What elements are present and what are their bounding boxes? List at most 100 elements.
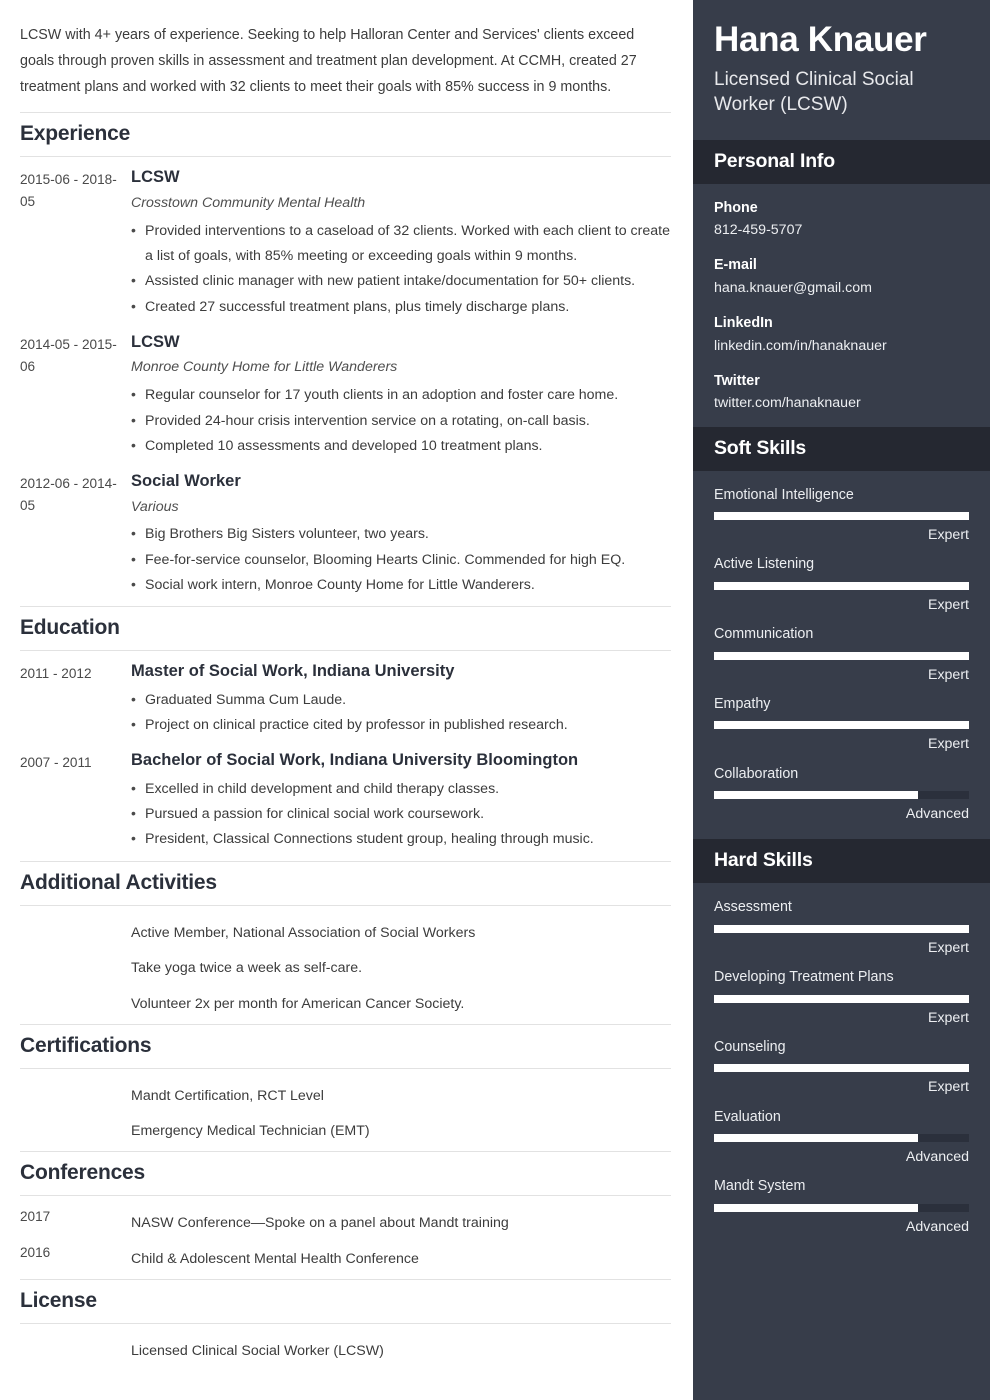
entry-bullet: Assisted clinic manager with new patient…: [131, 268, 671, 294]
list-item-text: Volunteer 2x per month for American Canc…: [131, 995, 465, 1012]
skill-name: Mandt System: [714, 1178, 806, 1195]
entry-bullet: President, Classical Connections student…: [131, 826, 671, 852]
personal-info-item: Twitter twitter.com/hanaknauer: [714, 371, 969, 415]
entry-bullet: Provided interventions to a caseload of …: [131, 218, 671, 270]
entry-title: Master of Social Work, Indiana Universit…: [131, 662, 455, 681]
section-heading-education: Education: [20, 606, 671, 652]
entry-bullet: Big Brothers Big Sisters volunteer, two …: [131, 521, 671, 547]
list-item: 2016 Child & Adolescent Mental Health Con…: [20, 1242, 671, 1277]
personal-info-value: linkedin.com/in/hanaknauer: [714, 337, 887, 354]
entry-bullet: Excelled in child development and child …: [131, 776, 671, 802]
skill-level-label: Expert: [927, 596, 969, 613]
entry-bullet: Graduated Summa Cum Laude.: [131, 687, 671, 713]
list-item: Take yoga twice a week as self-care.: [20, 951, 671, 986]
skill-level-label: Expert: [927, 527, 969, 544]
personal-info-item: LinkedIn linkedin.com/in/hanaknauer: [714, 313, 969, 357]
entry: 2014-05 - 2015-06 LCSW Monroe County Home …: [20, 332, 671, 459]
entry-bullet-list: Provided interventions to a caseload of …: [131, 218, 671, 320]
entry-title: Bachelor of Social Work, Indiana Univers…: [131, 751, 579, 770]
skill-progress-fill: [714, 721, 969, 730]
entry-title: Social Worker: [131, 472, 241, 491]
section-additional-activities: Additional Activities Active Member, Nat…: [20, 860, 671, 1022]
soft-skills-list: Emotional Intelligence Expert Active Liste…: [693, 471, 990, 840]
section-license: License Licensed Clinical Social Worker …: [20, 1278, 671, 1369]
entry: 2012-06 - 2014-05 Social Worker Various Big…: [20, 471, 671, 598]
sidebar-heading-personal-info: Personal Info: [693, 139, 990, 184]
entry-body: Master of Social Work, Indiana Universit…: [131, 661, 671, 738]
list-item-text: Child & Adolescent Mental Health Confere…: [131, 1250, 419, 1267]
skill-name: Active Listening: [714, 556, 815, 573]
entry-bullet: Provided 24-hour crisis intervention ser…: [131, 407, 671, 434]
entry-bullet: Fee-for-service counselor, Blooming Hear…: [131, 547, 671, 573]
skill-progress-bar: [714, 581, 969, 590]
skill-progress-bar: [714, 651, 969, 660]
entry-subtitle: Various: [131, 498, 179, 515]
skill-progress-fill: [714, 581, 969, 590]
list-item-text: Mandt Certification, RCT Level: [131, 1087, 324, 1104]
skill-name: Developing Treatment Plans: [714, 969, 894, 986]
skill-name: Assessment: [714, 899, 792, 916]
list-item-date: 2016: [20, 1244, 51, 1260]
education-entries: 2011 - 2012 Master of Social Work, Indian…: [20, 661, 671, 852]
section-heading-certifications: Certifications: [20, 1023, 671, 1069]
entry-body: LCSW Monroe County Home for Little Wander…: [131, 332, 671, 459]
entry-bullet-list: Big Brothers Big Sisters volunteer, two …: [131, 521, 671, 598]
entry-date: 2012-06 - 2014-05: [20, 476, 117, 514]
entry-title: LCSW: [131, 332, 180, 351]
personal-info-value: hana.knauer@gmail.com: [714, 279, 872, 296]
skill-progress-fill: [714, 791, 918, 800]
entry: 2007 - 2011 Bachelor of Social Work, Indi…: [20, 750, 671, 852]
entry-body: Bachelor of Social Work, Indiana Univers…: [131, 750, 671, 852]
entry-bullet: Regular counselor for 17 youth clients i…: [131, 382, 671, 408]
list-item: Volunteer 2x per month for American Canc…: [20, 987, 671, 1022]
skill-progress-bar: [714, 791, 969, 800]
personal-info-item: E-mail hana.knauer@gmail.com: [714, 255, 969, 299]
candidate-name: Hana Knauer: [714, 20, 927, 59]
list-item-text: NASW Conference—Spoke on a panel about M…: [131, 1215, 509, 1232]
skill-item: Emotional Intelligence Expert: [714, 485, 969, 547]
entry-subtitle: Monroe County Home for Little Wanderers: [131, 359, 398, 376]
sidebar-header: Hana Knauer Licensed Clinical Social Wor…: [693, 0, 990, 140]
skill-item: Communication Expert: [714, 624, 969, 686]
entry-body: LCSW Crosstown Community Mental Health Pro…: [131, 167, 671, 319]
personal-info-value: twitter.com/hanaknauer: [714, 395, 861, 412]
entry-date: 2015-06 - 2018-05: [20, 172, 117, 210]
list-item: Licensed Clinical Social Worker (LCSW): [20, 1334, 671, 1369]
list-item-text: Take yoga twice a week as self-care.: [131, 960, 363, 977]
skill-progress-fill: [714, 651, 969, 660]
entry-bullet-list: Excelled in child development and child …: [131, 776, 671, 853]
skill-level-label: Expert: [927, 736, 969, 753]
section-heading-license: License: [20, 1278, 671, 1324]
entry-subtitle: Crosstown Community Mental Health: [131, 194, 366, 211]
skill-progress-bar: [714, 1203, 969, 1212]
hard-skills-list: Assessment Expert Developing Treatment Pla…: [693, 883, 990, 1252]
entry-bullet: Project on clinical practice cited by pr…: [131, 712, 671, 738]
list-item: Mandt Certification, RCT Level: [20, 1079, 671, 1114]
section-heading-conferences: Conferences: [20, 1151, 671, 1197]
personal-info-label: Twitter: [714, 372, 760, 389]
section-education: Education 2011 - 2012 Master of Social Wo…: [20, 606, 671, 852]
skill-name: Collaboration: [714, 765, 799, 782]
section-heading-experience: Experience: [20, 112, 671, 158]
skill-progress-fill: [714, 1064, 969, 1073]
skill-name: Evaluation: [714, 1108, 781, 1125]
skill-level-label: Expert: [927, 666, 969, 683]
skill-progress-bar: [714, 1064, 969, 1073]
list-item: Emergency Medical Technician (EMT): [20, 1114, 671, 1149]
skill-progress-fill: [714, 924, 969, 933]
entry-bullet: Social work intern, Monroe County Home f…: [131, 572, 671, 598]
skill-progress-bar: [714, 512, 969, 521]
section-heading-additional-activities: Additional Activities: [20, 860, 671, 906]
skill-progress-fill: [714, 1133, 918, 1142]
skill-item: Developing Treatment Plans Expert: [714, 967, 969, 1029]
list-item-text: Licensed Clinical Social Worker (LCSW): [131, 1342, 384, 1359]
personal-info-label: Phone: [714, 199, 758, 216]
resume-page: LCSW with 4+ years of experience. Seekin…: [0, 0, 990, 1400]
sidebar-heading-hard-skills: Hard Skills: [693, 839, 990, 884]
section-experience: Experience 2015-06 - 2018-05 LCSW Crosstow…: [20, 112, 671, 598]
entry-bullet-list: Graduated Summa Cum Laude.Project on cli…: [131, 687, 671, 739]
entry-body: Social Worker Various Big Brothers Big Sis…: [131, 471, 671, 598]
skill-progress-fill: [714, 512, 969, 521]
skill-progress-bar: [714, 721, 969, 730]
main-column: LCSW with 4+ years of experience. Seekin…: [0, 0, 693, 1400]
